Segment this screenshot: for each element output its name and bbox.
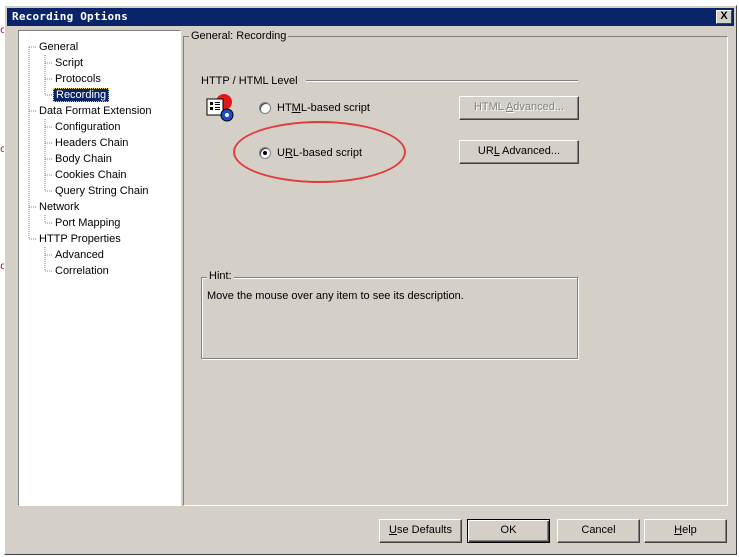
radio-unchecked-icon — [259, 102, 271, 114]
tree-item-recording[interactable]: Recording — [53, 88, 110, 102]
html-recording-icon — [206, 94, 234, 122]
tree-item-label: Recording — [56, 89, 107, 101]
use-defaults-button[interactable]: Use Defaults — [379, 519, 462, 543]
tree-item-network[interactable]: Network — [37, 200, 81, 214]
tree-item-label: Script — [55, 57, 84, 69]
html-based-script-radio[interactable]: HTML-based script — [259, 102, 370, 114]
hint-label: Hint: — [207, 270, 234, 282]
tree-item-label: Protocols — [55, 73, 101, 85]
radio-label: HTML-based script — [277, 102, 370, 114]
dialog-title: Recording Options — [12, 10, 128, 23]
hint-box: Move the mouse over any item to see its … — [201, 277, 578, 359]
tree-item-label: Advanced — [55, 249, 104, 261]
close-button[interactable]: X — [716, 10, 732, 24]
tree-item-script[interactable]: Script — [53, 56, 85, 70]
ok-button[interactable]: OK — [467, 519, 550, 543]
close-icon: X — [720, 10, 728, 22]
tree-item-label: Cookies Chain — [55, 169, 127, 181]
tree-item-general[interactable]: General — [37, 40, 80, 54]
page-title: General: Recording — [189, 30, 289, 42]
tree-item-label: Port Mapping — [55, 217, 121, 229]
cancel-button[interactable]: Cancel — [557, 519, 640, 543]
help-button[interactable]: Help — [644, 519, 727, 543]
html-advanced-button[interactable]: HTML Advanced... — [459, 96, 579, 120]
tree-item-advanced[interactable]: Advanced — [53, 248, 106, 262]
tree-item-configuration[interactable]: Configuration — [53, 120, 122, 134]
tree-item-label: Configuration — [55, 121, 121, 133]
title-bar: Recording Options X — [7, 8, 734, 26]
tree-item-headers-chain[interactable]: Headers Chain — [53, 136, 130, 150]
options-tree[interactable]: General Script Protocols Recording Data … — [18, 30, 181, 506]
tree-item-label: General — [39, 41, 79, 53]
tree-item-label: Correlation — [55, 265, 109, 277]
tree-item-http-properties[interactable]: HTTP Properties — [37, 232, 123, 246]
url-advanced-button[interactable]: URL Advanced... — [459, 140, 579, 164]
tree-item-protocols[interactable]: Protocols — [53, 72, 103, 86]
tree-item-port-mapping[interactable]: Port Mapping — [53, 216, 122, 230]
tree-item-query-string-chain[interactable]: Query String Chain — [53, 184, 151, 198]
tree-item-label: Data Format Extension — [39, 105, 152, 117]
tree-item-label: Body Chain — [55, 153, 112, 165]
tree-item-label: Network — [39, 201, 80, 213]
tree-item-correlation[interactable]: Correlation — [53, 264, 111, 278]
tree-item-label: Headers Chain — [55, 137, 129, 149]
highlight-annotation-ellipse — [233, 121, 406, 183]
http-level-group-label: HTTP / HTML Level — [199, 75, 306, 87]
tree-item-cookies-chain[interactable]: Cookies Chain — [53, 168, 129, 182]
tree-item-label: HTTP Properties — [39, 233, 121, 245]
hint-text: Move the mouse over any item to see its … — [207, 290, 464, 302]
tree-item-data-format-extension[interactable]: Data Format Extension — [37, 104, 154, 118]
tree-item-label: Query String Chain — [55, 185, 149, 197]
tree-item-body-chain[interactable]: Body Chain — [53, 152, 114, 166]
